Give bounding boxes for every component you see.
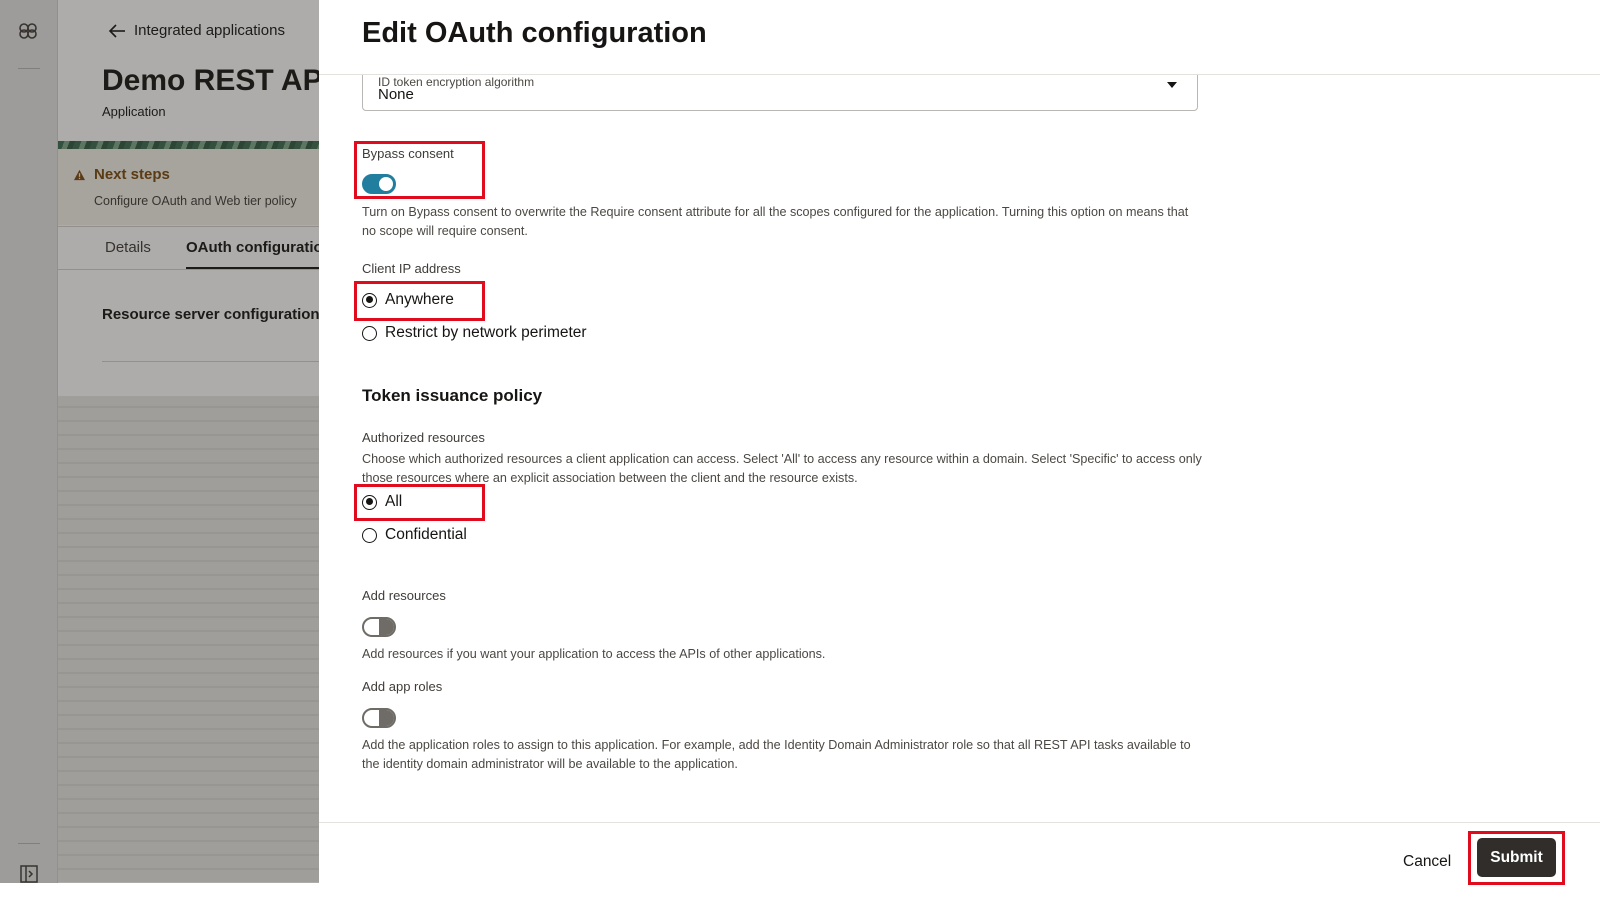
client-ip-label: Client IP address — [362, 261, 461, 276]
back-link[interactable]: Integrated applications — [108, 22, 285, 39]
app-banner — [58, 141, 320, 149]
add-resources-switch[interactable] — [362, 617, 396, 637]
radio-anywhere[interactable]: Anywhere — [362, 291, 454, 309]
bypass-consent-label: Bypass consent — [362, 146, 454, 161]
radio-label: Restrict by network perimeter — [385, 324, 587, 341]
radio-dot — [362, 527, 377, 543]
chevron-down-icon — [1167, 82, 1177, 88]
app-title: Demo REST API — [102, 64, 320, 97]
select-value: None — [378, 86, 414, 103]
warning-icon — [73, 169, 86, 180]
authorized-resources-label: Authorized resources — [362, 430, 485, 445]
switch-knob — [379, 710, 394, 726]
tab-details[interactable]: Details — [105, 239, 151, 256]
radio-confidential[interactable]: Confidential — [362, 526, 467, 544]
submit-button[interactable]: Submit — [1477, 838, 1556, 877]
tab-oauth-configuration[interactable]: OAuth configuration — [186, 239, 320, 269]
radio-dot — [362, 325, 377, 341]
radio-label: Anywhere — [385, 291, 454, 308]
add-app-roles-switch[interactable] — [362, 708, 396, 728]
oracle-cloud-icon[interactable] — [17, 20, 39, 42]
rail-divider — [18, 68, 40, 69]
token-issuance-heading: Token issuance policy — [362, 386, 543, 405]
bottom-strip — [0, 883, 320, 915]
bypass-consent-help: Turn on Bypass consent to overwrite the … — [362, 205, 1189, 238]
left-rail — [0, 0, 58, 915]
radio-dot — [362, 494, 377, 510]
cancel-button[interactable]: Cancel — [1399, 846, 1455, 878]
add-resources-help: Add resources if you want your applicati… — [362, 647, 826, 661]
edit-oauth-drawer: ID token encryption algorithm None Bypas… — [319, 0, 1600, 915]
section-title: Resource server configuration — [102, 306, 320, 323]
next-steps-title: Next steps — [73, 166, 170, 183]
panel-toggle-icon[interactable] — [19, 864, 39, 884]
radio-label: Confidential — [385, 526, 467, 543]
radio-label: All — [385, 493, 403, 510]
arrow-left-icon — [108, 23, 125, 38]
add-app-roles-label: Add app roles — [362, 679, 443, 694]
radio-restrict-network-perimeter[interactable]: Restrict by network perimeter — [362, 324, 587, 342]
rail-divider — [18, 843, 40, 844]
application-details-page: Integrated applications Demo REST API Ap… — [58, 0, 320, 915]
tab-bar: Details OAuth configuration — [58, 226, 320, 270]
next-steps-panel: Next steps Configure OAuth and Web tier … — [58, 149, 320, 225]
switch-knob — [379, 619, 394, 635]
bypass-consent-switch[interactable] — [362, 174, 396, 194]
back-link-label: Integrated applications — [134, 22, 285, 39]
background-texture — [58, 396, 320, 882]
app-subtitle: Application — [102, 104, 166, 119]
drawer-footer: Cancel Submit — [319, 822, 1600, 915]
add-resources-label: Add resources — [362, 588, 446, 603]
radio-all[interactable]: All — [362, 493, 402, 511]
authorized-resources-help: Choose which authorized resources a clie… — [362, 452, 1202, 485]
add-app-roles-help: Add the application roles to assign to t… — [362, 738, 1191, 771]
next-steps-text: Configure OAuth and Web tier policy — [94, 194, 297, 208]
radio-dot — [362, 292, 377, 308]
section-divider — [102, 361, 320, 362]
drawer-title: Edit OAuth configuration — [362, 17, 707, 49]
switch-knob — [379, 177, 393, 191]
drawer-header: Edit OAuth configuration — [319, 0, 1600, 75]
